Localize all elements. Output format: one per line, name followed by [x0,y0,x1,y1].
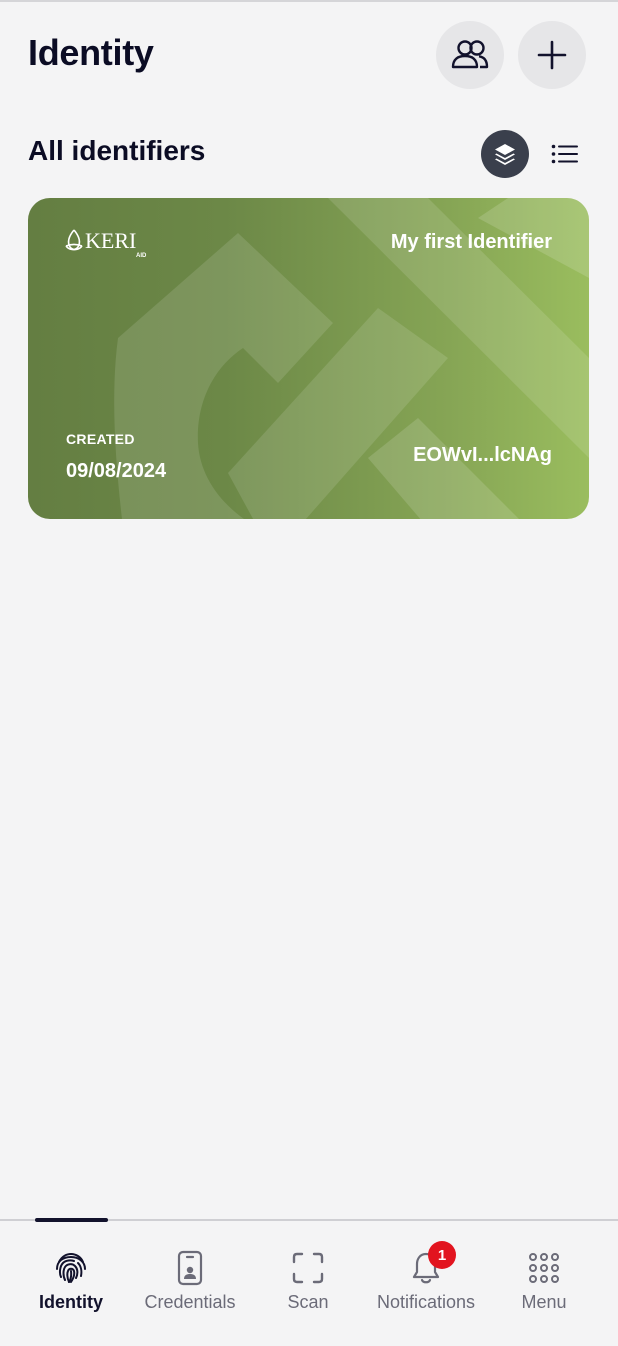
created-label: CREATED [66,431,135,447]
layers-icon [495,144,515,165]
connections-button[interactable] [436,21,504,89]
plus-icon [537,40,567,70]
tab-label-credentials: Credentials [144,1292,236,1312]
notification-badge: 1 [428,1241,456,1269]
page-title: Identity [28,32,154,73]
add-identifier-button[interactable] [518,21,586,89]
list-icon [551,144,578,164]
tab-menu[interactable]: Menu [485,1240,603,1320]
keri-logo: KERI AID [64,226,154,267]
tab-label-scan: Scan [287,1292,329,1312]
tab-label-identity: Identity [38,1292,103,1312]
tab-label-notifications: Notifications [376,1292,476,1312]
list-view-button[interactable] [547,137,583,171]
tab-scan[interactable]: Scan [249,1240,367,1320]
header: Identity [0,0,618,110]
id-card-icon [177,1250,203,1286]
people-icon [451,40,489,69]
created-date: 09/08/2024 [66,460,167,482]
section-title: All identifiers [28,135,206,166]
identifier-aid: EOWvI...lcNAg [413,444,552,466]
stack-view-button[interactable] [481,130,529,178]
tab-notifications[interactable]: 1 Notifications [367,1240,485,1320]
tab-identity[interactable]: Identity [12,1240,130,1320]
tab-credentials[interactable]: Credentials [131,1240,249,1320]
active-tab-indicator [35,1218,108,1222]
grid-icon [529,1253,559,1283]
logo-subtext: AID [136,253,147,259]
fingerprint-icon [56,1252,86,1283]
scan-icon [292,1252,324,1284]
tab-label-menu: Menu [521,1292,567,1312]
logo-text: KERI [85,228,136,253]
identifier-card[interactable]: KERI AID My first Identifier CREATED 09/… [28,198,589,519]
identifier-name: My first Identifier [390,231,552,253]
